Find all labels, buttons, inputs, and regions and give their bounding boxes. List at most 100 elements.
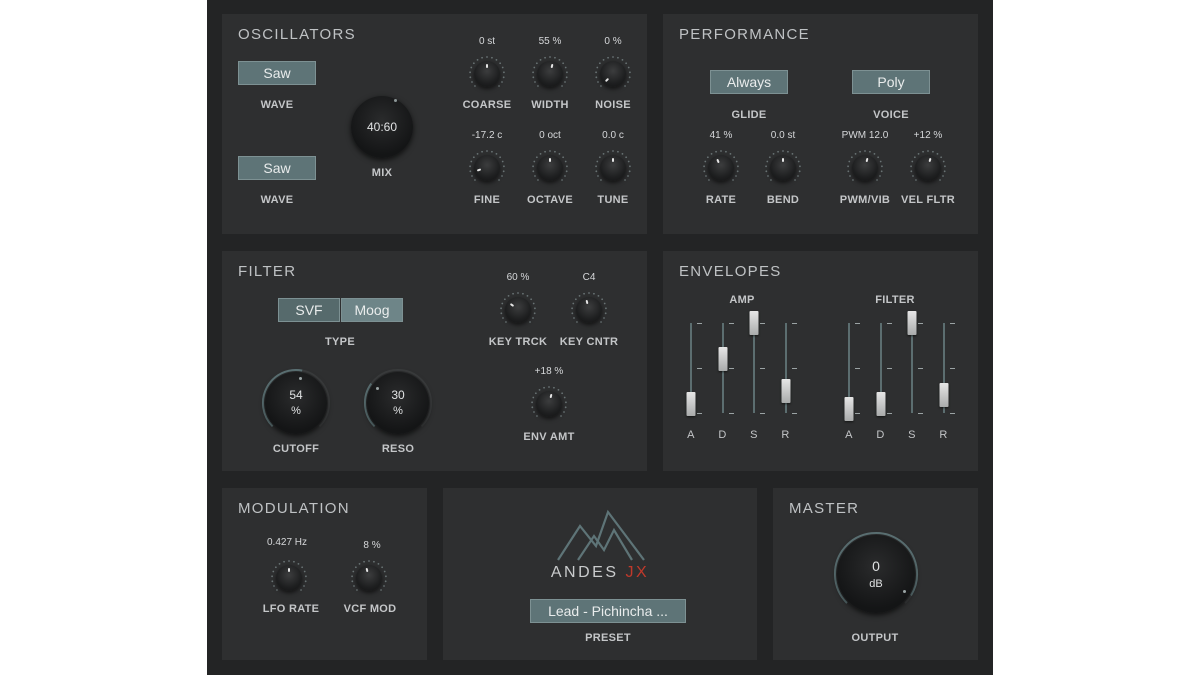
velfltr-label: VEL FLTR <box>901 194 955 206</box>
amp-r-slider-handle[interactable] <box>781 378 790 403</box>
amp-env-label: AMP <box>729 294 755 306</box>
amp-s-slider-handle[interactable] <box>749 311 759 335</box>
amp-d-label: D <box>718 429 727 441</box>
reso-knob[interactable]: 30 % <box>362 367 434 439</box>
vcfmod-knob[interactable] <box>350 559 388 597</box>
pwmvib-knob[interactable] <box>846 149 884 187</box>
keytrck-knob[interactable] <box>499 291 537 329</box>
octave-label: OCTAVE <box>526 194 574 206</box>
glide-label: GLIDE <box>731 109 767 121</box>
preset-selector[interactable]: Lead - Pichincha ... <box>530 599 686 623</box>
slider-tick <box>949 323 955 324</box>
pwmvib-value: PWM 12.0 <box>841 130 889 141</box>
noise-knob[interactable] <box>594 55 632 93</box>
output-knob[interactable]: 0 dB <box>832 530 920 618</box>
filter-type-svf[interactable]: SVF <box>278 298 340 322</box>
glide-button[interactable]: Always <box>710 70 788 94</box>
slider-tick <box>949 368 955 369</box>
fine-knob[interactable] <box>468 149 506 187</box>
amp-d-slider-handle[interactable] <box>718 347 727 371</box>
pwmvib-label: PWM/VIB <box>839 194 891 206</box>
vcfmod-value: 8 % <box>363 540 381 551</box>
slider-tick <box>949 413 955 414</box>
slider-tick <box>791 368 797 369</box>
slider-tick <box>918 413 923 414</box>
mix-value: 40:60 <box>366 120 398 134</box>
slider-tick <box>697 368 702 369</box>
vcfmod-label: VCF MOD <box>343 603 397 615</box>
octave-knob[interactable] <box>531 149 569 187</box>
width-knob[interactable] <box>531 55 569 93</box>
wave1-label: WAVE <box>260 99 294 111</box>
output-unit: dB <box>869 578 883 590</box>
noise-label: NOISE <box>595 99 631 111</box>
performance-title: PERFORMANCE <box>679 26 810 43</box>
lforate-label: LFO RATE <box>262 603 320 615</box>
coarse-value: 0 st <box>478 36 496 47</box>
fine-label: FINE <box>473 194 501 206</box>
cutoff-label: CUTOFF <box>272 443 320 455</box>
preset-label: PRESET <box>585 632 631 644</box>
amp-s-slider-track[interactable] <box>753 323 755 413</box>
filter-panel: FILTER SVF Moog TYPE 54 % CUTOFF 30 % RE… <box>222 251 647 471</box>
wave1-button[interactable]: Saw <box>238 61 316 85</box>
rate-value: 41 % <box>709 130 733 141</box>
lforate-knob[interactable] <box>270 559 308 597</box>
fine-value: -17.2 c <box>471 130 503 141</box>
slider-tick <box>728 368 734 369</box>
tune-label: TUNE <box>597 194 629 206</box>
octave-value: 0 oct <box>539 130 561 141</box>
filter-s-slider-handle[interactable] <box>907 311 917 335</box>
keycntr-knob[interactable] <box>570 291 608 329</box>
amp-a-label: A <box>687 429 695 441</box>
coarse-knob[interactable] <box>468 55 506 93</box>
reso-label: RESO <box>381 443 415 455</box>
mix-knob[interactable]: 40:60 <box>346 91 418 163</box>
modulation-panel: MODULATION 0.427 Hz LFO RATE 8 % VCF MOD <box>222 488 427 660</box>
slider-tick <box>886 413 892 414</box>
synth-plugin-window: OSCILLATORS Saw WAVE Saw WAVE 40:60 MIX … <box>207 0 993 675</box>
amp-a-slider-handle[interactable] <box>686 392 696 416</box>
brand-name-text: ANDES <box>550 564 619 581</box>
wave2-button[interactable]: Saw <box>238 156 316 180</box>
keycntr-label: KEY CNTR <box>559 336 619 348</box>
filter-s-slider-track[interactable] <box>911 323 913 413</box>
preset-panel: ANDES JX Lead - Pichincha ... PRESET <box>443 488 757 660</box>
keytrck-label: KEY TRCK <box>488 336 548 348</box>
filter-env-label: FILTER <box>875 294 915 306</box>
bend-knob[interactable] <box>764 149 802 187</box>
coarse-label: COARSE <box>462 99 512 111</box>
envamt-label: ENV AMT <box>523 431 575 443</box>
oscillators-panel: OSCILLATORS Saw WAVE Saw WAVE 40:60 MIX … <box>222 14 647 234</box>
filter-type-label: TYPE <box>325 336 355 348</box>
envelopes-title: ENVELOPES <box>679 263 782 280</box>
cutoff-unit: % <box>291 405 301 417</box>
filter-type-moog[interactable]: Moog <box>341 298 403 322</box>
velfltr-knob[interactable] <box>909 149 947 187</box>
slider-tick <box>760 368 765 369</box>
output-label: OUTPUT <box>851 632 899 644</box>
performance-panel: PERFORMANCE Always GLIDE Poly VOICE 41 %… <box>663 14 978 234</box>
envamt-value: +18 % <box>534 366 564 377</box>
amp-r-label: R <box>781 429 790 441</box>
slider-tick <box>886 368 892 369</box>
filter-d-slider-handle[interactable] <box>876 392 885 416</box>
slider-tick <box>728 413 734 414</box>
rate-knob[interactable] <box>702 149 740 187</box>
filter-a-slider-handle[interactable] <box>844 396 854 421</box>
voice-button[interactable]: Poly <box>852 70 930 94</box>
velfltr-value: +12 % <box>913 130 943 141</box>
filter-s-label: S <box>908 429 916 441</box>
filter-a-label: A <box>845 429 853 441</box>
cutoff-knob[interactable]: 54 % <box>260 367 332 439</box>
slider-tick <box>918 368 923 369</box>
mix-label: MIX <box>371 167 393 179</box>
keytrck-value: 60 % <box>506 272 530 283</box>
slider-tick <box>728 323 734 324</box>
slider-tick <box>855 413 860 414</box>
envamt-knob[interactable] <box>530 385 568 423</box>
wave2-label: WAVE <box>260 194 294 206</box>
bend-label: BEND <box>766 194 800 206</box>
filter-r-slider-handle[interactable] <box>939 383 948 407</box>
tune-knob[interactable] <box>594 149 632 187</box>
